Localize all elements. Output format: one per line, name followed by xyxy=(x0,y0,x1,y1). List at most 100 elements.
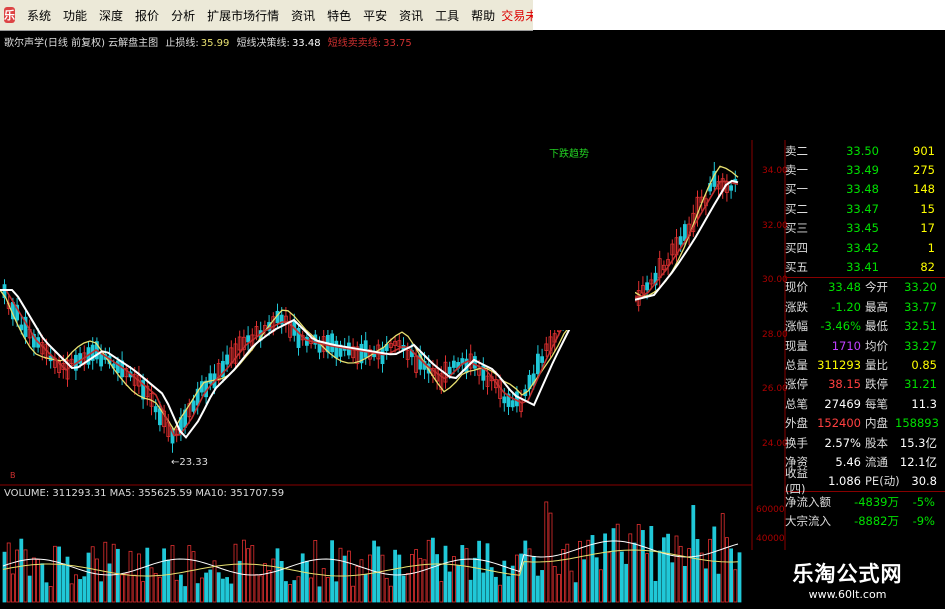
volume-bar xyxy=(586,539,591,603)
volume-bar xyxy=(620,551,624,603)
volume-bar xyxy=(254,574,259,603)
stat-row: 现量 1710 均价 33.27 xyxy=(785,336,945,355)
volume-bar xyxy=(447,571,452,603)
volume-bar xyxy=(36,559,40,603)
volume-bar xyxy=(712,526,717,603)
volume-bar xyxy=(317,586,322,603)
order-book-row[interactable]: 买三 33.45 17 xyxy=(785,219,945,238)
redaction-middle xyxy=(310,278,635,330)
volume-bar xyxy=(582,559,586,603)
candle-body xyxy=(683,224,687,241)
order-volume: 82 xyxy=(920,260,935,275)
volume-bar xyxy=(561,549,565,603)
stat-value: 2.57% xyxy=(824,435,861,450)
volume-bar xyxy=(57,546,61,603)
order-book-row[interactable]: 买二 33.47 15 xyxy=(785,199,945,218)
order-book-row[interactable]: 卖一 33.49 275 xyxy=(785,160,945,179)
volume-bar xyxy=(498,584,503,603)
volume-bar xyxy=(124,573,129,603)
flow-label: 净流入额 xyxy=(785,494,831,509)
volume-bar xyxy=(10,573,15,603)
candle-body xyxy=(334,340,339,359)
order-book-row[interactable]: 买一 33.48 148 xyxy=(785,180,945,199)
volume-bar xyxy=(363,574,368,603)
volume-bar xyxy=(153,572,158,603)
volume-bar xyxy=(19,538,24,603)
stat-value: 5.46 xyxy=(835,454,861,469)
volume-bar xyxy=(69,583,74,603)
volume-bar xyxy=(309,577,314,603)
stat-value: 311293 xyxy=(817,357,861,372)
volume-bar xyxy=(48,586,53,603)
order-label: 买二 xyxy=(785,201,808,216)
stat-value: -1.20 xyxy=(831,299,861,314)
volume-bar xyxy=(426,539,431,603)
volume-bar xyxy=(674,535,679,603)
volume-bar xyxy=(204,572,209,603)
order-book-row[interactable]: 卖二 33.50 901 xyxy=(785,141,945,160)
candle-body xyxy=(447,366,452,374)
volume-bar xyxy=(603,533,607,603)
candle-body xyxy=(380,347,385,365)
watermark-title: 乐淘公式网 xyxy=(792,562,903,586)
stat-label: 今开 xyxy=(865,280,888,295)
candle-body xyxy=(678,236,683,245)
volume-bar xyxy=(107,563,112,603)
volume-bar xyxy=(695,539,700,603)
volume-bar xyxy=(729,548,733,603)
candle-body xyxy=(515,391,519,407)
quote-panel: 卖二 33.50 901 卖一 33.49 275 买一 33.48 148 买二 33.47 15 买… xyxy=(785,141,945,531)
volume-bar xyxy=(628,533,633,603)
volume-bar xyxy=(548,512,553,603)
volume-bar xyxy=(468,579,473,603)
volume-bar xyxy=(53,545,57,603)
volume-bar xyxy=(90,546,95,603)
volume-bar xyxy=(355,566,360,603)
order-volume: 15 xyxy=(920,201,935,216)
volume-bar xyxy=(74,574,78,603)
volume-bar xyxy=(599,569,603,603)
volume-bar xyxy=(187,545,192,603)
order-volume: 1 xyxy=(927,240,935,255)
volume-bar xyxy=(699,552,704,603)
volume-bar xyxy=(388,585,393,603)
volume-bar xyxy=(141,581,146,603)
candle-body xyxy=(540,356,544,363)
flow-value: -8882万 xyxy=(854,514,899,529)
stat-value: 33.48 xyxy=(828,280,861,295)
stat-value: 31.21 xyxy=(904,377,937,392)
volume-bar xyxy=(439,581,444,603)
stat-value: 1710 xyxy=(831,338,861,353)
volume-bar xyxy=(61,563,66,603)
volume-bar xyxy=(78,579,82,603)
buy-marker: B xyxy=(10,471,16,480)
candle-body xyxy=(99,353,103,367)
order-label: 买三 xyxy=(785,221,808,236)
flow-pct: -5% xyxy=(912,494,935,509)
volume-bar xyxy=(376,546,381,603)
volume-bar xyxy=(573,582,578,603)
candle-body xyxy=(304,336,309,346)
volume-bar xyxy=(624,563,628,603)
volume-bar xyxy=(594,557,599,603)
volume-bar xyxy=(262,563,267,603)
volume-bar xyxy=(578,540,582,603)
order-price: 33.41 xyxy=(846,260,879,275)
order-book-row[interactable]: 买四 33.42 1 xyxy=(785,238,945,257)
volume-bar xyxy=(258,575,263,603)
stat-row: 现价 33.48 今开 33.20 xyxy=(785,278,945,297)
volume-bar xyxy=(670,562,675,603)
stat-value: 27469 xyxy=(824,396,861,411)
volume-bar xyxy=(346,550,351,603)
stat-label: 涨跌 xyxy=(785,299,808,314)
volume-bar-group xyxy=(2,501,742,603)
order-book-row[interactable]: 买五 33.41 82 xyxy=(785,257,945,276)
stat-label: 量比 xyxy=(865,357,888,372)
volume-bar xyxy=(27,575,32,603)
candle-body xyxy=(729,185,733,191)
watermark: 乐淘公式网 www.60lt.com xyxy=(750,550,945,609)
stat-label: 涨停 xyxy=(785,377,808,392)
volume-bar xyxy=(359,559,364,603)
volume-bar xyxy=(515,554,519,603)
short-value: 33.48 xyxy=(291,38,321,49)
